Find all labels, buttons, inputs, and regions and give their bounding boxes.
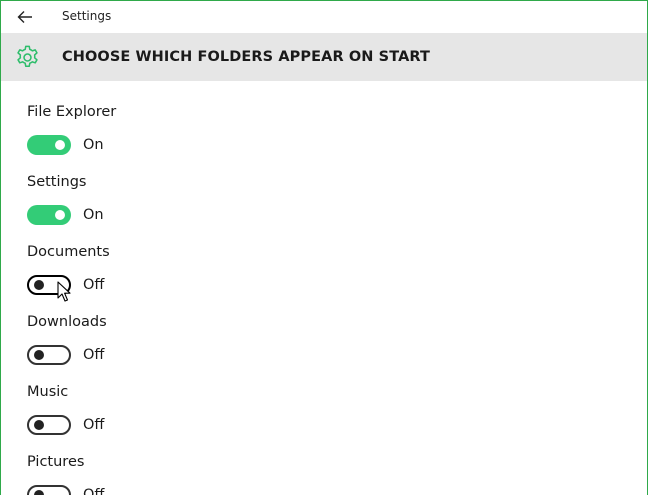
window-title: Settings <box>62 9 112 23</box>
toggle-row: Off <box>27 484 104 495</box>
mouse-cursor-icon <box>57 281 71 302</box>
pictures-toggle[interactable] <box>27 485 71 495</box>
back-arrow-icon <box>17 11 32 23</box>
toggle-knob <box>34 490 44 495</box>
settings-toggle[interactable] <box>27 205 71 225</box>
toggle-knob <box>55 210 65 220</box>
file-explorer-toggle[interactable] <box>27 135 71 155</box>
toggle-state-text: On <box>83 137 104 153</box>
downloads-toggle[interactable] <box>27 345 71 365</box>
settings-window: Settings CHOOSE WHICH FOLDERS APPEAR ON … <box>0 0 648 495</box>
toggle-row: Off <box>27 414 104 436</box>
setting-label: Downloads <box>27 314 107 330</box>
setting-label: Documents <box>27 244 110 260</box>
setting-label: Music <box>27 384 69 400</box>
toggle-state-text: On <box>83 207 104 223</box>
setting-label: Settings <box>27 174 87 190</box>
page-header: CHOOSE WHICH FOLDERS APPEAR ON START <box>1 33 647 81</box>
toggle-row: Off <box>27 344 104 366</box>
toggle-knob <box>34 280 44 290</box>
music-toggle[interactable] <box>27 415 71 435</box>
toggle-knob <box>34 420 44 430</box>
setting-label: Pictures <box>27 454 85 470</box>
toggle-state-text: Off <box>83 487 105 495</box>
gear-icon <box>17 45 38 68</box>
back-button[interactable] <box>9 5 41 29</box>
setting-label: File Explorer <box>27 104 117 120</box>
toggle-knob <box>34 350 44 360</box>
toggle-knob <box>55 140 65 150</box>
toggle-state-text: Off <box>83 347 105 363</box>
title-bar: Settings <box>1 1 647 33</box>
page-title: CHOOSE WHICH FOLDERS APPEAR ON START <box>62 49 431 65</box>
toggle-state-text: Off <box>83 417 105 433</box>
toggle-row: On <box>27 134 104 156</box>
toggle-row: On <box>27 204 104 226</box>
toggle-state-text: Off <box>83 277 105 293</box>
